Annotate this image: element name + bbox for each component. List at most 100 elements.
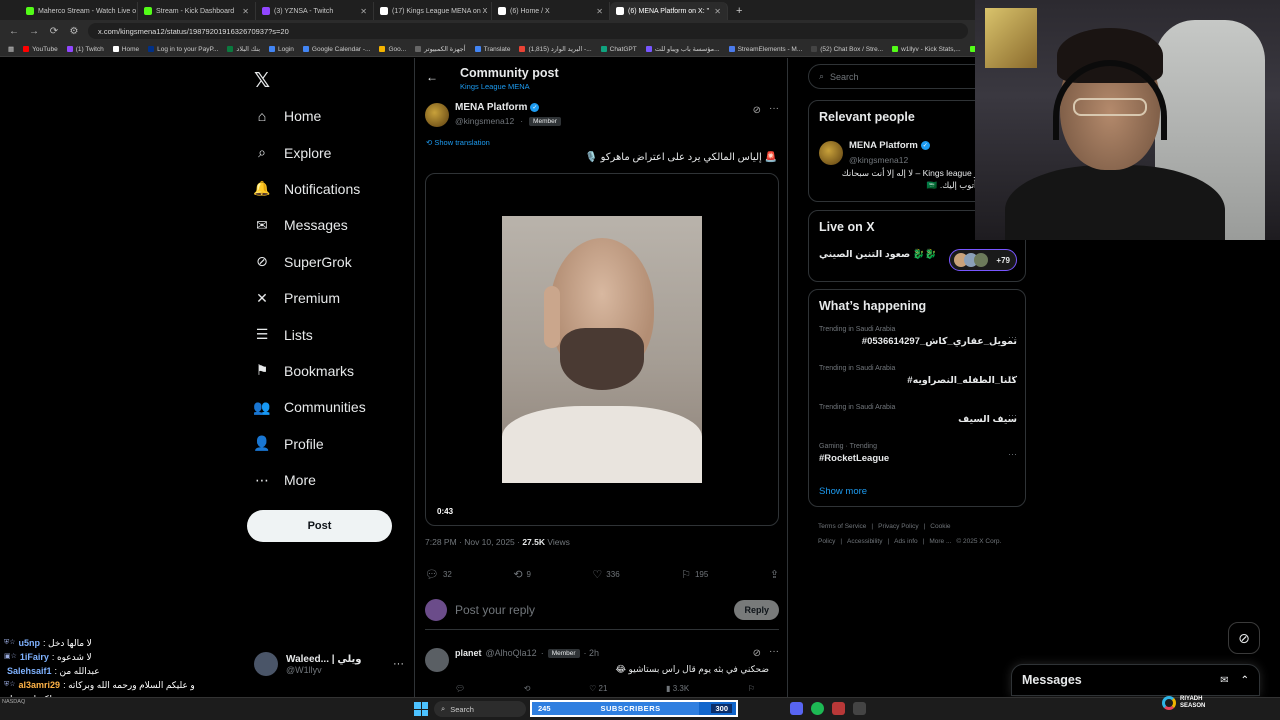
bookmark-item[interactable]: Goo... <box>379 46 406 53</box>
video-player[interactable]: 0:43 <box>425 173 779 526</box>
nav-item-home[interactable]: ⌂ Home <box>254 98 366 134</box>
bookmark-item[interactable]: (1) Twitch <box>66 46 104 53</box>
close-icon[interactable]: ✕ <box>360 7 367 16</box>
grok-fab-icon[interactable]: ⊘ <box>1228 622 1260 654</box>
back-arrow-icon[interactable]: ← <box>426 70 438 84</box>
nav-item-communities[interactable]: 👥 Communities <box>253 389 365 425</box>
footer-link[interactable]: Ads info <box>894 538 918 545</box>
footer-link[interactable]: © 2025 X Corp. <box>956 538 1001 545</box>
post-time[interactable]: 7:28 PM · Nov 10, 2025 · <box>425 537 522 547</box>
more-icon[interactable]: ··· <box>1008 332 1017 342</box>
taskbar-search[interactable]: ⌕ Search <box>434 701 526 717</box>
bookmark-item[interactable]: بنك البلاد <box>227 45 260 53</box>
avatar[interactable] <box>819 141 843 165</box>
url-input[interactable]: x.com/kingsmena12/status/198792019163267… <box>88 23 968 39</box>
bookmark-item[interactable]: Translate <box>474 46 510 53</box>
app-icon[interactable] <box>853 702 866 715</box>
like-action[interactable]: ♡ 336 <box>592 568 619 581</box>
bookmark-item[interactable]: مؤسسة باب ويباو للت... <box>645 45 720 53</box>
footer-link[interactable]: Terms of Service <box>818 523 866 530</box>
grok-icon[interactable]: ⊘ <box>753 648 761 659</box>
new-tab-icon[interactable]: + <box>728 2 750 20</box>
chat-username[interactable]: u5np <box>19 636 41 650</box>
relevant-person-name[interactable]: MENA Platform ✓ <box>849 140 930 151</box>
reply-icon[interactable]: 💬︎ <box>455 684 465 693</box>
author-handle[interactable]: @kingsmena12 <box>455 116 514 126</box>
close-icon[interactable]: ✕ <box>242 7 249 16</box>
more-icon[interactable]: ··· <box>1008 371 1017 381</box>
browser-tab[interactable]: Stream - Kick Dashboard ✕ <box>138 2 256 20</box>
browser-tab[interactable]: (17) Kings League MENA on X✕ <box>374 2 492 20</box>
more-icon[interactable]: ··· <box>1008 449 1017 459</box>
browser-tab[interactable]: Maherco Stream - Watch Live o✕ <box>20 2 138 20</box>
footer-link[interactable]: Privacy Policy <box>878 523 918 530</box>
show-translation-link[interactable]: ⟲ Show translation <box>426 138 490 147</box>
bookmark-item[interactable]: StreamElements - M... <box>728 46 802 53</box>
nav-item-lists[interactable]: ☰ Lists <box>254 316 366 352</box>
trend-item[interactable]: Gaming · Trending #RocketLeague ··· <box>819 443 1017 464</box>
close-icon[interactable]: ✕ <box>714 7 721 16</box>
like-action[interactable]: ♡ 21 <box>589 684 607 693</box>
nav-item-premium[interactable]: ✕ Premium <box>254 280 366 316</box>
bookmark-item[interactable]: Google Calendar -... <box>302 46 370 53</box>
author-avatar[interactable] <box>425 103 449 127</box>
browser-tab[interactable]: (6) MENA Platform on X: " ✕ <box>610 2 728 20</box>
forward-icon[interactable]: → <box>28 26 40 37</box>
views-action[interactable]: ▮ 3.3K <box>666 684 689 693</box>
trend-item[interactable]: Trending in Saudi Arabia #تمويل_عقاري_كاش… <box>819 326 1017 347</box>
nav-item-bookmarks[interactable]: ⚑ Bookmarks <box>254 353 366 389</box>
repost-icon[interactable]: ⟲ <box>524 684 531 693</box>
nav-item-explore[interactable]: ⌕ Explore <box>254 134 366 170</box>
chat-username[interactable]: Salehsaif1 <box>7 664 52 678</box>
x-logo-icon[interactable]: 𝕏 <box>254 68 270 93</box>
new-message-icon[interactable]: ✉ <box>1220 675 1228 686</box>
more-icon[interactable]: ··· <box>769 103 779 114</box>
share-action[interactable]: ⇪ <box>770 568 779 581</box>
browser-tab[interactable]: (6) Home / X ✕ <box>492 2 610 20</box>
windows-start-icon[interactable] <box>414 702 428 716</box>
nav-item-notifications[interactable]: 🔔 Notifications <box>253 171 366 207</box>
reply-input[interactable]: Post your reply <box>455 603 535 617</box>
app-icon[interactable] <box>832 702 845 715</box>
post-button[interactable]: Post <box>247 510 392 542</box>
bookmark-icon[interactable]: ⚐ <box>748 684 755 693</box>
more-icon[interactable]: ··· <box>769 646 779 657</box>
nav-item-more[interactable]: ⋯ More <box>254 462 366 498</box>
footer-link[interactable]: Accessibility <box>847 538 882 545</box>
discord-icon[interactable] <box>790 702 803 715</box>
bookmark-item[interactable]: (1,815) البريد الوارد -... <box>519 45 592 53</box>
chat-username[interactable]: 1iFairy <box>20 650 49 664</box>
nav-item-profile[interactable]: 👤 Profile <box>253 426 366 462</box>
reply-author-avatar[interactable] <box>425 648 449 672</box>
show-more-link[interactable]: Show more <box>819 486 867 497</box>
apps-icon[interactable]: ▦ <box>8 45 14 53</box>
bookmark-item[interactable]: Home <box>112 46 139 53</box>
author-name-row[interactable]: MENA Platform ✓ <box>455 102 540 113</box>
browser-tab[interactable]: (3) YZNSA - Twitch ✕ <box>256 2 374 20</box>
bookmark-action[interactable]: ⚐ 195 <box>681 568 708 581</box>
back-icon[interactable]: ← <box>8 26 20 37</box>
trend-item[interactable]: Trending in Saudi Arabia #كلنا_الطفله_الن… <box>819 365 1017 386</box>
live-space-title[interactable]: صعود التنين الصيني 🐉🐉 <box>819 249 937 260</box>
footer-link[interactable]: More ... <box>929 538 951 545</box>
bookmark-item[interactable]: (52) Chat Box / Stre... <box>811 46 883 53</box>
bookmark-item[interactable]: YouTube <box>23 46 58 53</box>
bookmark-item[interactable]: ChatGPT <box>600 46 637 53</box>
reply-action[interactable]: 💬︎ 32 <box>425 568 452 581</box>
more-icon[interactable]: ··· <box>1008 410 1017 420</box>
community-link[interactable]: Kings League MENA <box>460 82 530 91</box>
nav-item-supergrok[interactable]: ⊘ SuperGrok <box>254 244 366 280</box>
close-icon[interactable]: ✕ <box>596 7 603 16</box>
trend-item[interactable]: Trending in Saudi Arabia سيف السيف ··· <box>819 404 1017 425</box>
bookmark-item[interactable]: w1llyv - Kick Stats,... <box>892 46 961 53</box>
account-switcher[interactable]: Waleed... | ويلي @W1llyv ··· <box>254 652 404 676</box>
bookmark-item[interactable]: Log in to your PayP... <box>148 46 218 53</box>
live-listeners-pill[interactable]: +79 <box>949 249 1017 271</box>
grok-icon[interactable]: ⊘ <box>753 105 761 116</box>
chat-username[interactable]: al3amri29 <box>19 678 61 692</box>
site-info-icon[interactable]: ⚙ <box>68 26 80 37</box>
more-icon[interactable]: ··· <box>393 658 404 670</box>
repost-action[interactable]: ⟲ 9 <box>513 568 531 581</box>
spotify-icon[interactable] <box>811 702 824 715</box>
reload-icon[interactable]: ⟳ <box>48 26 60 37</box>
